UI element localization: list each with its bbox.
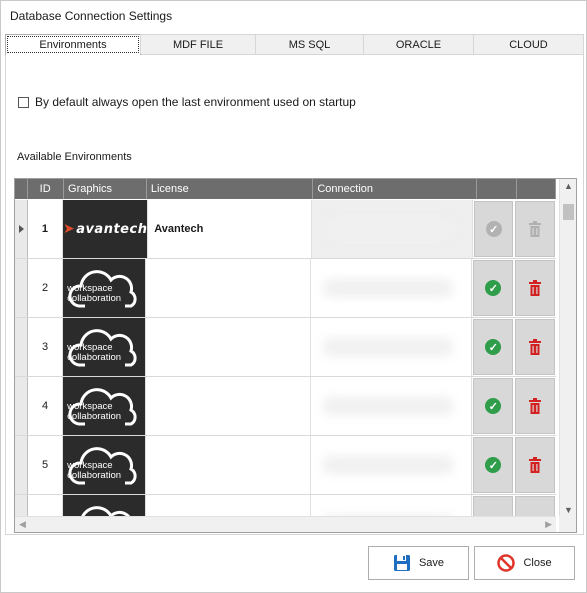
workspace-collaboration-logo: workspacecollaboration: [63, 377, 146, 435]
row-connection: [311, 259, 473, 317]
vertical-scroll-thumb[interactable]: [563, 204, 574, 220]
trash-icon: [529, 398, 542, 414]
grid-header: ID Graphics License Connection: [15, 179, 556, 199]
check-circle-icon: ✓: [485, 280, 502, 296]
delete-environment-button[interactable]: [515, 201, 555, 257]
check-circle-icon: ✓: [485, 398, 502, 414]
header-delete: [517, 179, 556, 199]
row-indicator: [15, 259, 28, 317]
tab-ms-sql[interactable]: MS SQL: [255, 34, 364, 54]
table-row[interactable]: 3 workspace collaboration ✓: [15, 318, 556, 377]
row-id: 3: [28, 318, 64, 376]
trash-icon: [529, 339, 542, 355]
row-id: 4: [28, 377, 64, 435]
select-environment-button[interactable]: ✓: [473, 378, 514, 434]
avantech-logo: ➤ avantech: [63, 200, 149, 258]
vertical-scrollbar[interactable]: ▲ ▼: [559, 179, 576, 517]
header-graphics[interactable]: Graphics: [64, 179, 147, 199]
row-license: Avantech: [148, 200, 313, 258]
row-id: 1: [28, 200, 64, 258]
header-id[interactable]: ID: [28, 179, 65, 199]
row-indicator: [15, 318, 28, 376]
select-environment-button[interactable]: ✓: [473, 260, 514, 316]
tab-oracle[interactable]: ORACLE: [363, 34, 474, 54]
header-ok: [477, 179, 517, 199]
trash-icon: [529, 221, 542, 237]
tab-strip: Environments MDF FILE MS SQL ORACLE CLOU…: [5, 34, 584, 55]
row-license: [146, 436, 311, 494]
row-connection: [311, 318, 473, 376]
workspace-collaboration-logo: workspacecollaboration: [63, 436, 146, 494]
logo-text-line2: collaboration: [67, 293, 122, 304]
close-button-label: Close: [523, 557, 552, 569]
horizontal-scrollbar[interactable]: ◀ ▶: [15, 516, 556, 532]
row-license: [146, 259, 311, 317]
database-connection-settings-window: Database Connection Settings Environment…: [0, 0, 587, 593]
workspace-collaboration-logo: workspacecollaboration: [63, 259, 146, 317]
avantech-logo-text: avantech: [76, 221, 148, 237]
tab-environments[interactable]: Environments: [5, 34, 141, 55]
row-indicator: [15, 436, 28, 494]
row-connection: [312, 200, 473, 258]
row-id: 2: [28, 259, 64, 317]
table-row[interactable]: 1 ➤ avantech Avantech ✓: [15, 200, 556, 259]
trash-icon: [529, 457, 542, 473]
tab-cloud[interactable]: CLOUD: [473, 34, 584, 54]
save-button-label: Save: [418, 557, 445, 569]
trash-icon: [529, 280, 542, 296]
window-title: Database Connection Settings: [10, 9, 173, 23]
row-indicator: [15, 200, 28, 258]
delete-environment-button[interactable]: [515, 260, 555, 316]
check-circle-icon: ✓: [485, 339, 502, 355]
row-license: [146, 318, 311, 376]
logo-text-line2: collaboration: [67, 470, 122, 481]
row-license: [146, 377, 311, 435]
select-environment-button[interactable]: ✓: [473, 437, 514, 493]
save-button[interactable]: Save: [368, 546, 469, 580]
select-environment-button[interactable]: ✓: [473, 201, 514, 257]
row-connection: [311, 377, 473, 435]
header-license[interactable]: License: [147, 179, 314, 199]
grid-rows: 1 ➤ avantech Avantech ✓ 2 workspace collabo…: [15, 200, 556, 520]
row-indicator: [15, 377, 28, 435]
header-connection[interactable]: Connection: [313, 179, 477, 199]
startup-option[interactable]: By default always open the last environm…: [18, 95, 356, 109]
scroll-right-icon[interactable]: ▶: [545, 519, 552, 530]
table-row[interactable]: 5 workspace collaboration ✓: [15, 436, 556, 495]
logo-text-line2: collaboration: [67, 411, 122, 422]
scroll-up-icon[interactable]: ▲: [564, 181, 573, 191]
check-circle-icon: ✓: [485, 221, 502, 237]
close-button[interactable]: Close: [474, 546, 575, 580]
scrollbar-corner: [559, 516, 576, 532]
environments-grid: ID Graphics License Connection 1 ➤ avante…: [14, 178, 577, 533]
workspace-collaboration-logo: workspacecollaboration: [63, 318, 146, 376]
row-id: 5: [28, 436, 64, 494]
startup-checkbox-label: By default always open the last environm…: [35, 95, 356, 109]
tab-mdf-file[interactable]: MDF FILE: [140, 34, 256, 54]
available-environments-label: Available Environments: [17, 151, 132, 163]
floppy-disk-icon: [393, 554, 411, 572]
delete-environment-button[interactable]: [515, 319, 555, 375]
environments-tab-panel: By default always open the last environm…: [5, 55, 584, 535]
row-connection: [311, 436, 473, 494]
no-entry-icon: [497, 554, 516, 572]
select-environment-button[interactable]: ✓: [473, 319, 514, 375]
delete-environment-button[interactable]: [515, 437, 555, 493]
header-indicator: [15, 179, 28, 199]
startup-checkbox[interactable]: [18, 96, 29, 108]
check-circle-icon: ✓: [485, 457, 502, 473]
scroll-down-icon[interactable]: ▼: [564, 505, 573, 515]
table-row[interactable]: 4 workspace collaboration ✓: [15, 377, 556, 436]
scroll-left-icon[interactable]: ◀: [19, 519, 26, 530]
table-row[interactable]: 2 workspace collaboration ✓: [15, 259, 556, 318]
delete-environment-button[interactable]: [515, 378, 555, 434]
logo-text-line2: collaboration: [67, 352, 122, 363]
